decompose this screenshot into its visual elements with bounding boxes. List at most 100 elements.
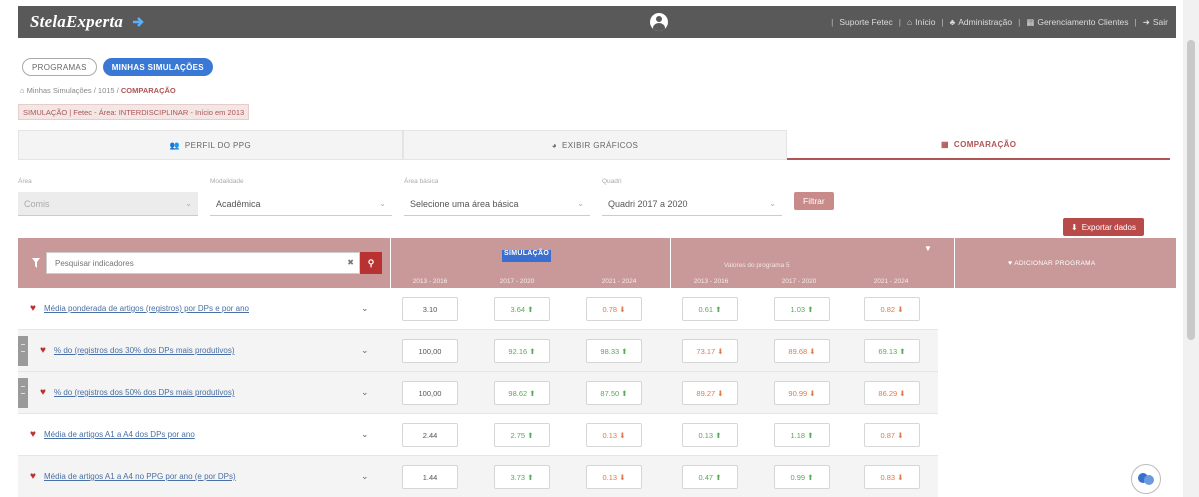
arrow-down-icon: ⬇: [899, 388, 906, 398]
heart-icon[interactable]: ♥: [30, 303, 36, 314]
arrow-down-icon: ⬇: [897, 430, 904, 440]
top-navbar: StelaExperta | Suporte Fetec | ⌂ Início |…: [18, 6, 1176, 38]
breadcrumb-middle[interactable]: 1015: [98, 86, 115, 95]
chevron-down-icon[interactable]: ⌄: [361, 429, 369, 440]
value-cell-up: 98.62 ⬆: [494, 381, 550, 405]
chevron-down-icon[interactable]: ⌄: [361, 345, 369, 356]
search-icon: ⚲: [367, 257, 375, 268]
add-program-button[interactable]: ♥ ADICIONAR PROGRAMA: [1008, 260, 1095, 267]
nav-administracao[interactable]: ♣ Administração: [950, 17, 1012, 27]
top-nav-links: | Suporte Fetec | ⌂ Início | ♣ Administraç…: [831, 16, 1168, 28]
value-cell: 2.44: [402, 423, 458, 447]
indicator-name[interactable]: Média de artigos A1 a A4 no PPG por ano …: [44, 472, 236, 481]
tab-perfil[interactable]: 👥 PERFIL DO PPG: [18, 130, 403, 160]
indicator-name[interactable]: % do (registros dos 50% dos DPs mais pro…: [54, 388, 235, 397]
filter-icon[interactable]: [32, 258, 40, 268]
arrow-down-icon: ⬇: [897, 304, 904, 314]
filtrar-button[interactable]: Filtrar: [794, 192, 834, 210]
nav-gerenciamento[interactable]: ▦ Gerenciamento Clientes: [1026, 17, 1128, 28]
arrow-down-icon: ⬇: [809, 388, 816, 398]
heart-icon[interactable]: ♥: [30, 429, 36, 440]
period-label: 2021 - 2024: [873, 278, 909, 285]
heart-icon[interactable]: ♥: [40, 387, 46, 398]
minhas-simulacoes-pill[interactable]: MINHAS SIMULAÇÕES: [102, 58, 213, 76]
search-button[interactable]: ⚲: [360, 252, 382, 274]
arrow-down-icon: ⬇: [809, 346, 816, 356]
area-filter: Área Comis ⌄: [18, 178, 198, 216]
value-cell-up: 0.47 ⬆: [682, 465, 738, 489]
arrow-down-icon: ⬇: [619, 472, 626, 482]
area-basica-select[interactable]: Selecione uma área básica ⌄: [404, 192, 590, 216]
logout-icon: ➜: [1142, 16, 1150, 27]
value-cell-down: 0.78 ⬇: [586, 297, 642, 321]
breadcrumb-root[interactable]: Minhas Simulações: [27, 86, 92, 95]
indicator-name[interactable]: Média ponderada de artigos (registros) p…: [44, 304, 249, 313]
modalidade-filter: Modalidade Acadêmica ⌄: [210, 178, 392, 216]
value-cell-up: 0.61 ⬆: [682, 297, 738, 321]
indicator-name[interactable]: % do (registros dos 30% dos DPs mais pro…: [54, 346, 235, 355]
value-cell: 1.44: [402, 465, 458, 489]
arrow-up-icon: ⬆: [529, 346, 536, 356]
export-button[interactable]: ⬇ Exportar dados: [1063, 218, 1144, 236]
drag-handle[interactable]: [18, 378, 28, 408]
heart-icon[interactable]: ♥: [40, 345, 46, 356]
arrow-up-icon: ⬆: [899, 346, 906, 356]
nav-inicio[interactable]: ⌂ Início: [907, 17, 935, 27]
group-title: Valores do programa 5: [724, 262, 790, 269]
page-scrollbar[interactable]: [1183, 0, 1199, 497]
nav-sair[interactable]: ➜ Sair: [1143, 17, 1168, 28]
value-cell-down: 0.82 ⬇: [864, 297, 920, 321]
heart-icon[interactable]: ♥: [30, 471, 36, 482]
pie-icon: ◕: [551, 140, 557, 150]
tab-comparacao[interactable]: ▦ COMPARAÇÃO: [787, 130, 1171, 160]
arrow-up-icon: ⬆: [807, 430, 814, 440]
arrow-up-icon: ⬆: [621, 388, 628, 398]
value-cell-down: 0.87 ⬇: [864, 423, 920, 447]
value-cell-up: 87.50 ⬆: [586, 381, 642, 405]
programas-pill[interactable]: PROGRAMAS: [22, 58, 97, 76]
app-logo[interactable]: StelaExperta: [30, 12, 146, 32]
tab-graficos[interactable]: ◕ EXIBIR GRÁFICOS: [402, 130, 788, 160]
building-icon: ▦: [1026, 16, 1035, 27]
filter-icon[interactable]: ▼: [924, 244, 932, 253]
value-cell-down: 0.83 ⬇: [864, 465, 920, 489]
value-cell-down: 90.99 ⬇: [774, 381, 830, 405]
arrow-up-icon: ⬆: [527, 304, 534, 314]
value-cell-up: 0.13 ⬆: [682, 423, 738, 447]
users-icon: 👥: [169, 140, 180, 150]
period-label: 2021 - 2024: [601, 278, 637, 285]
indicator-search-input[interactable]: [46, 252, 360, 274]
indicator-table-body: ♥ Média ponderada de artigos (registros)…: [18, 288, 938, 497]
scrollbar-thumb[interactable]: [1187, 40, 1195, 340]
value-cell-up: 92.16 ⬆: [494, 339, 550, 363]
value-cell-up: 2.75 ⬆: [494, 423, 550, 447]
arrow-up-icon: ⬆: [527, 430, 534, 440]
view-tabs: 👥 PERFIL DO PPG ◕ EXIBIR GRÁFICOS ▦ COMP…: [18, 130, 1171, 160]
value-cell-up: 0.99 ⬆: [774, 465, 830, 489]
nav-suporte[interactable]: Suporte Fetec: [839, 17, 892, 27]
table-row: ♥ % do (registros dos 50% dos DPs mais p…: [18, 372, 938, 414]
filters-bar: Área Comis ⌄ Modalidade Acadêmica ⌄ Área b…: [18, 178, 858, 218]
period-label: 2017 - 2020: [499, 278, 535, 285]
arrow-up-icon: ⬆: [621, 346, 628, 356]
drag-handle[interactable]: [18, 336, 28, 366]
quadrienio-filter: Quadri Quadri 2017 a 2020 ⌄: [602, 178, 782, 216]
value-cell-up: 1.03 ⬆: [774, 297, 830, 321]
logo-text: StelaExperta: [30, 12, 124, 31]
chat-icon: [1138, 473, 1154, 485]
indicator-name[interactable]: Média de artigos A1 a A4 dos DPs por ano: [44, 430, 195, 439]
arrow-up-icon: ⬆: [529, 388, 536, 398]
user-avatar-icon[interactable]: [650, 13, 668, 31]
arrow-down-icon: ⬇: [619, 430, 626, 440]
area-basica-filter: Área básica Selecione uma área básica ⌄: [404, 178, 590, 216]
clear-icon[interactable]: ✖: [347, 258, 354, 267]
chevron-down-icon[interactable]: ⌄: [361, 303, 369, 314]
quadrienio-select[interactable]: Quadri 2017 a 2020 ⌄: [602, 192, 782, 216]
modalidade-select[interactable]: Acadêmica ⌄: [210, 192, 392, 216]
period-label: 2013 - 2016: [412, 278, 448, 285]
value-cell-up: 3.73 ⬆: [494, 465, 550, 489]
chevron-down-icon: ⌄: [769, 199, 776, 208]
chevron-down-icon[interactable]: ⌄: [361, 471, 369, 482]
chat-button[interactable]: [1131, 464, 1161, 494]
chevron-down-icon[interactable]: ⌄: [361, 387, 369, 398]
